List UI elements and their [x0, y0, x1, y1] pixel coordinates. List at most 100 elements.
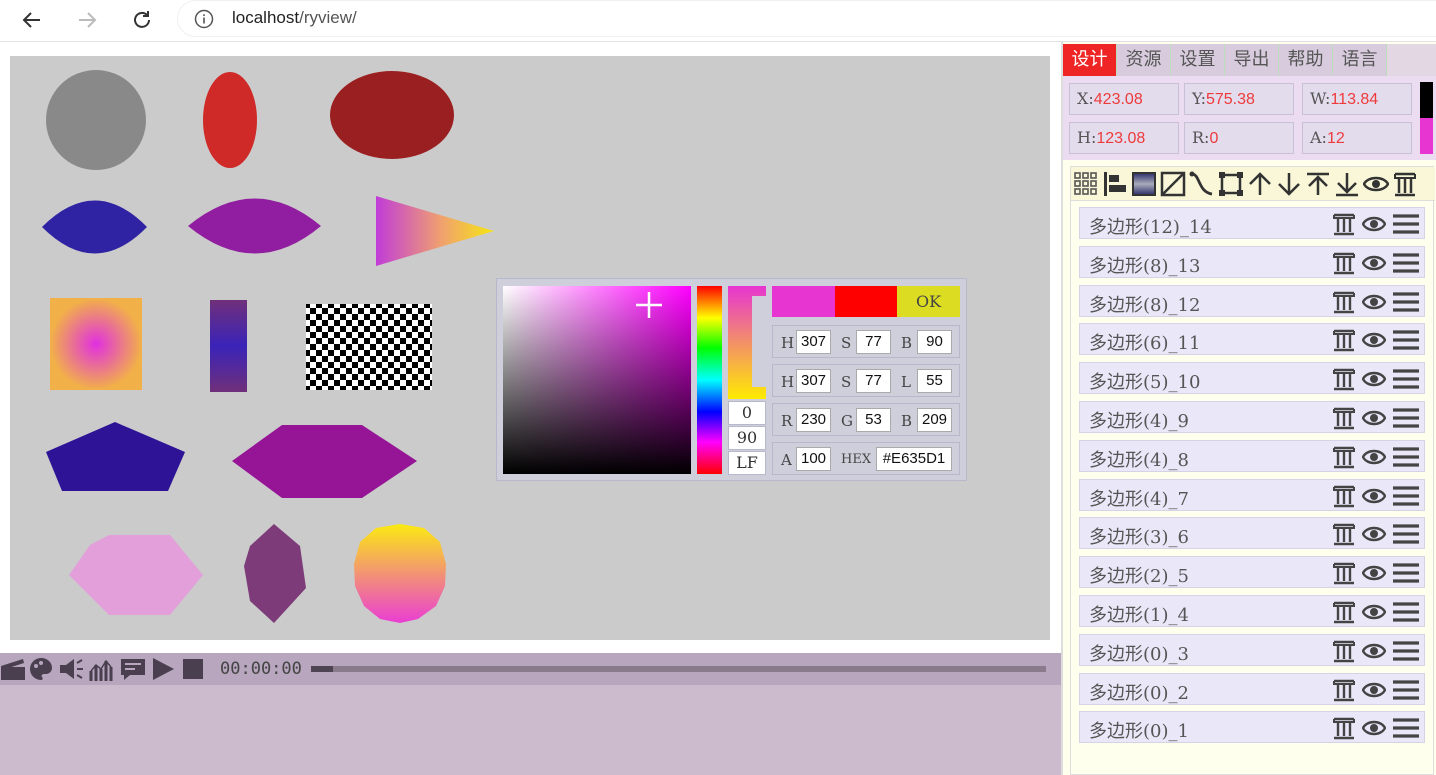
rgb-g-input[interactable]: 53 [856, 408, 891, 432]
stroke-color-swatch[interactable] [1420, 82, 1433, 118]
eye-icon[interactable] [1362, 716, 1386, 740]
tab-language[interactable]: 语言 [1333, 44, 1387, 76]
eye-icon[interactable] [1362, 600, 1386, 624]
layer-item[interactable]: 多边形(5)_10 [1079, 362, 1425, 395]
delete-icon[interactable] [1332, 678, 1356, 702]
prop-h[interactable]: H:123.08 [1069, 122, 1179, 154]
menu-icon[interactable] [1392, 600, 1420, 624]
ok-button[interactable]: OK [897, 286, 960, 317]
hsl-s-input[interactable]: 77 [856, 369, 891, 393]
eye-icon[interactable] [1362, 561, 1386, 585]
no-fill-icon[interactable] [1160, 171, 1186, 197]
delete-icon[interactable] [1332, 367, 1356, 391]
menu-icon[interactable] [1392, 716, 1420, 740]
reload-button[interactable] [127, 5, 157, 35]
hsb-b-input[interactable]: 90 [917, 330, 952, 354]
delete-icon[interactable] [1332, 600, 1356, 624]
shape-purple-hexagon[interactable] [232, 425, 417, 498]
eye-icon[interactable] [1363, 171, 1389, 197]
layer-item[interactable]: 多边形(0)_2 [1079, 672, 1425, 705]
layer-item[interactable]: 多边形(0)_1 [1079, 711, 1425, 744]
layer-item[interactable]: 多边形(12)_14 [1079, 207, 1425, 239]
forward-button[interactable] [72, 5, 102, 35]
menu-icon[interactable] [1392, 367, 1420, 391]
volume-icon[interactable] [58, 657, 84, 681]
shape-checker-rect[interactable] [306, 304, 432, 390]
move-down-icon[interactable] [1276, 171, 1302, 197]
fill-color-swatch[interactable] [1420, 118, 1433, 154]
shape-plum-hexagon[interactable] [244, 524, 306, 623]
delete-icon[interactable] [1332, 561, 1356, 585]
back-button[interactable] [17, 5, 47, 35]
eye-icon[interactable] [1362, 328, 1386, 352]
transform-icon[interactable] [1218, 171, 1244, 197]
menu-icon[interactable] [1392, 290, 1420, 314]
menu-icon[interactable] [1392, 522, 1420, 546]
delete-icon[interactable] [1332, 484, 1356, 508]
shape-red-ellipse[interactable] [203, 72, 257, 168]
menu-icon[interactable] [1392, 251, 1420, 275]
address-bar[interactable]: localhost/ryview/ [178, 1, 1436, 36]
hsb-h-input[interactable]: 307 [796, 330, 831, 354]
layer-item[interactable]: 多边形(2)_5 [1079, 556, 1425, 589]
gradient-preview[interactable] [728, 286, 766, 399]
layer-item[interactable]: 多边形(6)_11 [1079, 323, 1425, 356]
eye-icon[interactable] [1362, 522, 1386, 546]
eye-icon[interactable] [1362, 406, 1386, 430]
eye-icon[interactable] [1362, 484, 1386, 508]
move-top-icon[interactable] [1305, 171, 1331, 197]
delete-icon[interactable] [1332, 639, 1356, 663]
subtitle-icon[interactable] [120, 657, 146, 681]
prop-w[interactable]: W:113.84 [1302, 83, 1412, 115]
eye-icon[interactable] [1362, 290, 1386, 314]
shape-gradient-dodecagon[interactable] [354, 524, 446, 623]
shape-radial-square[interactable] [50, 298, 142, 390]
eye-icon[interactable] [1362, 445, 1386, 469]
menu-icon[interactable] [1392, 406, 1420, 430]
prop-y[interactable]: Y:575.38 [1184, 83, 1294, 115]
shape-darkred-ellipse[interactable] [330, 71, 454, 159]
shape-pink-octagon[interactable] [69, 535, 203, 615]
grid-icon[interactable] [1073, 171, 1099, 197]
menu-icon[interactable] [1392, 484, 1420, 508]
layer-item[interactable]: 多边形(1)_4 [1079, 595, 1425, 627]
delete-icon[interactable] [1332, 328, 1356, 352]
eye-icon[interactable] [1362, 251, 1386, 275]
tab-export[interactable]: 导出 [1225, 44, 1279, 76]
delete-icon[interactable] [1332, 445, 1356, 469]
play-icon[interactable] [151, 657, 175, 681]
alpha-input[interactable]: 100 [796, 447, 831, 471]
shape-gradient-triangle[interactable] [376, 196, 494, 266]
shape-blue-pentagon[interactable] [46, 422, 185, 491]
align-icon[interactable] [1102, 171, 1128, 197]
delete-icon[interactable] [1332, 251, 1356, 275]
menu-icon[interactable] [1392, 639, 1420, 663]
layer-item[interactable]: 多边形(8)_13 [1079, 245, 1425, 278]
stop-icon[interactable] [182, 657, 204, 681]
timeline-progress[interactable] [311, 666, 334, 672]
delete-icon[interactable] [1332, 406, 1356, 430]
hsl-h-input[interactable]: 307 [796, 369, 831, 393]
hsb-s-input[interactable]: 77 [856, 330, 891, 354]
shape-purple-lens[interactable] [188, 198, 321, 254]
gradient-angle-end[interactable]: 90 [728, 426, 766, 450]
rgb-b-input[interactable]: 209 [917, 408, 952, 432]
saturation-value-area[interactable] [503, 286, 691, 474]
menu-icon[interactable] [1392, 212, 1420, 236]
curve-icon[interactable] [1189, 171, 1215, 197]
hex-input[interactable]: #E635D1 [876, 447, 952, 471]
menu-icon[interactable] [1392, 561, 1420, 585]
tab-help[interactable]: 帮助 [1279, 44, 1333, 76]
fill-gradient-icon[interactable] [1131, 171, 1157, 197]
hsl-l-input[interactable]: 55 [917, 369, 952, 393]
palette-icon[interactable] [29, 657, 53, 681]
prop-r[interactable]: R:0 [1184, 122, 1294, 154]
shape-grey-circle[interactable] [46, 70, 146, 170]
tab-design[interactable]: 设计 [1063, 44, 1117, 76]
info-icon[interactable] [194, 9, 214, 29]
layer-item[interactable]: 多边形(0)_3 [1079, 633, 1425, 666]
clapper-icon[interactable] [0, 657, 26, 681]
delete-icon[interactable] [1332, 290, 1356, 314]
shape-gradient-bar[interactable] [210, 300, 247, 392]
gradient-type[interactable]: LF [728, 451, 766, 475]
